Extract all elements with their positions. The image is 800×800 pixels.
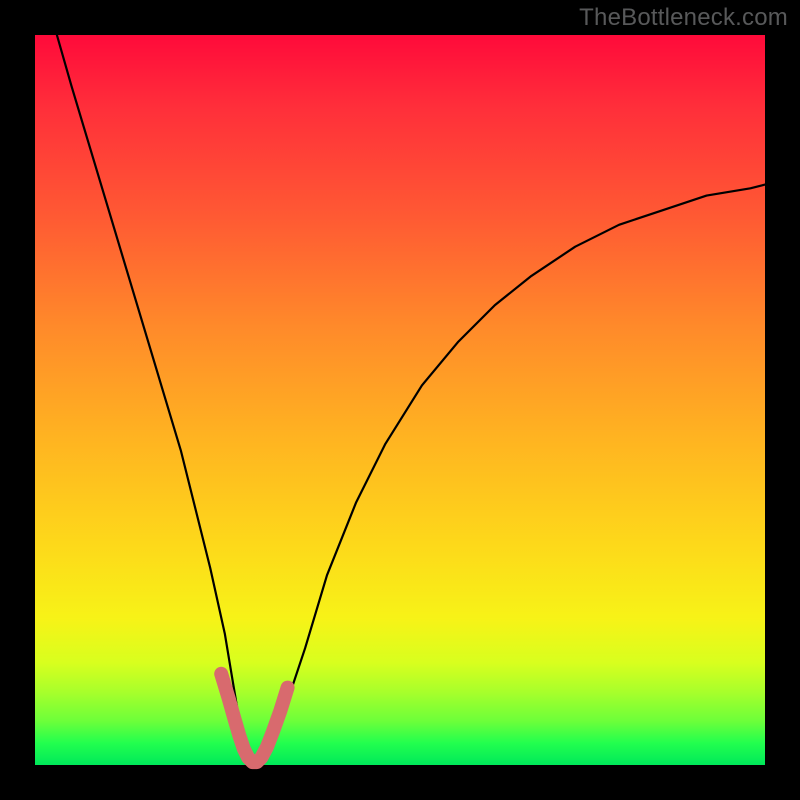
main-curve-path [57,35,765,765]
chart-svg [35,35,765,765]
chart-frame: TheBottleneck.com [0,0,800,800]
watermark-text: TheBottleneck.com [579,4,788,32]
trough-highlight-path [221,674,287,762]
plot-area [35,35,765,765]
